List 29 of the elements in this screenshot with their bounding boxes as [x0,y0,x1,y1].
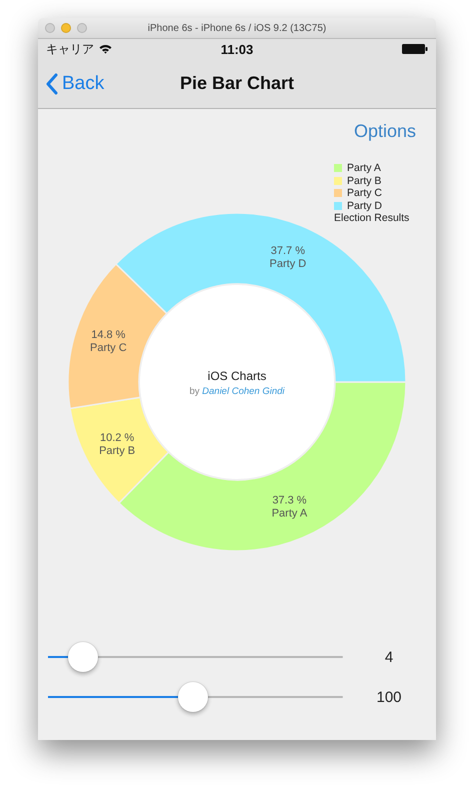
center-title: iOS Charts [208,369,266,383]
slider-value: 4 [384,648,394,666]
battery-icon [402,44,428,54]
legend-label: Party A [347,162,381,174]
back-button[interactable]: Back [38,72,104,94]
options-button[interactable]: Options [354,119,416,144]
legend-label: Party C [347,187,382,200]
slider[interactable] [48,682,343,712]
slice-label: 10.2 % Party B [99,432,136,458]
slice-label: 37.3 % Party A [272,494,308,520]
zoom-icon[interactable] [77,23,87,33]
close-icon[interactable] [45,23,55,33]
slider-thumb[interactable] [178,682,208,712]
slider[interactable] [48,642,343,672]
wifi-icon [99,44,112,54]
legend-label: Party B [347,174,382,187]
slice-label: 37.7 % Party D [270,244,306,270]
legend-label: Party D [347,200,382,212]
minimize-icon[interactable] [61,23,71,33]
nav-title: Pie Bar Chart [180,73,294,94]
slider-value: 100 [375,688,403,706]
status-time: 11:03 [220,42,254,56]
legend-title: Election Results [334,212,410,224]
window-title: iPhone 6s - iPhone 6s / iOS 9.2 (13C75) [148,22,326,34]
slider-thumb[interactable] [68,642,98,672]
carrier-name: キャリア [46,40,94,58]
slice-label: 14.8 % Party C [90,329,127,354]
center-subtitle: by Daniel Cohen Gindi [189,386,285,397]
chevron-left-icon [46,72,58,94]
